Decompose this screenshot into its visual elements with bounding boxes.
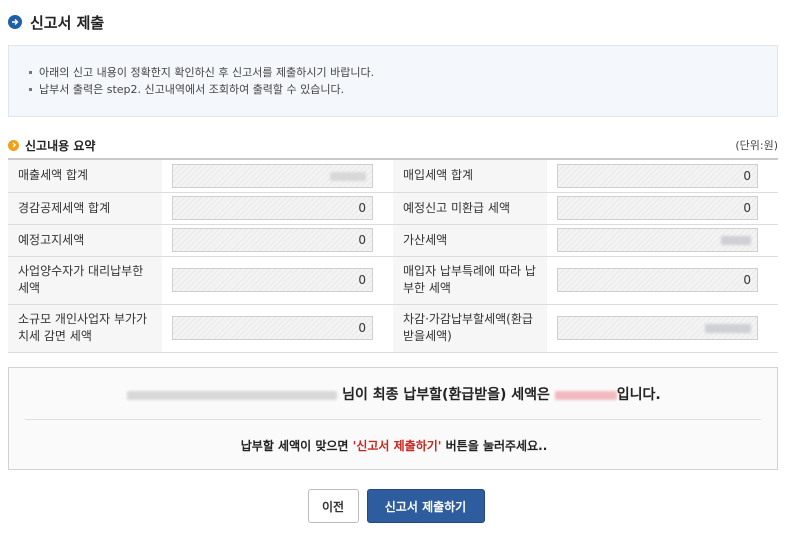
arrow-right-circle-icon [8,15,22,29]
field-label: 차감·가감납부할세액(환급받을세액) [393,304,547,353]
field-label: 사업양수자가 대리납부한 세액 [8,256,162,305]
table-row: 소규모 개인사업자 부가가치세 감면 세액 0 차감·가감납부할세액(환급받을세… [8,304,778,353]
field-label: 소규모 개인사업자 부가가치세 감면 세액 [8,304,162,353]
masked-value [330,171,366,181]
field-label: 매입자 납부특례에 따라 납부한 세액 [393,256,547,305]
result-mid-text: 님이 최종 납부할(환급받을) 세액은 [342,387,550,403]
field-label: 매입세액 합계 [393,159,547,193]
result-end-text: 입니다. [616,387,661,403]
result-message: 님이 최종 납부할(환급받을) 세액은 입니다. [9,384,779,404]
field-label: 가산세액 [393,224,547,257]
bullet-icon [29,71,32,74]
chevron-right-circle-icon [8,139,19,151]
penalty-tax-field [557,228,758,252]
table-row: 사업양수자가 대리납부한 세액 0 매입자 납부특례에 따라 납부한 세액 0 [8,256,778,305]
unit-label: (단위:원) [735,139,778,152]
notice-text: 아래의 신고 내용이 정확한지 확인하신 후 신고서를 제출하시기 바랍니다. [39,66,375,79]
summary-table: 매출세액 합계 매입세액 합계 0 경감공제세액 합계 0 예정신고 미환급 세… [8,158,778,353]
field-label: 경감공제세액 합계 [8,192,162,225]
masked-amount [554,390,617,400]
result-instruction: 납부할 세액이 맞으면 '신고서 제출하기' 버튼을 눌러주세요.. [9,437,779,454]
notice-text: 납부서 출력은 step2. 신고내역에서 조회하여 출력할 수 있습니다. [39,83,345,96]
table-row: 경감공제세액 합계 0 예정신고 미환급 세액 0 [8,192,778,225]
result-box: 님이 최종 납부할(환급받을) 세액은 입니다. 납부할 세액이 맞으면 '신고… [8,367,778,470]
small-business-reduction-field: 0 [172,316,373,340]
prev-button[interactable]: 이전 [307,489,359,523]
masked-name [127,390,338,400]
sales-tax-total-field [172,163,373,188]
summary-header: 신고내용 요약 (단위:원) [8,136,778,154]
instruction-suffix: 버튼을 눌러주세요.. [445,439,548,453]
notice-box: 아래의 신고 내용이 정확한지 확인하신 후 신고서를 제출하시기 바랍니다. … [8,45,778,117]
submit-report-button[interactable]: 신고서 제출하기 [366,489,485,523]
masked-value [721,236,751,245]
button-row: 이전 신고서 제출하기 [0,489,792,523]
purchase-tax-total-field: 0 [557,163,758,188]
bullet-icon [29,88,32,91]
summary-title: 신고내용 요약 [25,138,96,153]
field-label: 예정신고 미환급 세액 [393,192,547,225]
instruction-prefix: 납부할 세액이 맞으면 [240,439,349,453]
buyer-special-tax-field: 0 [557,268,758,292]
transferee-proxy-tax-field: 0 [172,268,373,292]
divider [25,419,761,420]
masked-value [705,324,751,333]
prelim-notice-tax-field: 0 [172,228,373,252]
page-title: 신고서 제출 [30,13,105,32]
table-row: 예정고지세액 0 가산세액 [8,224,778,257]
field-label: 예정고지세액 [8,224,162,257]
notice-item: 납부서 출력은 step2. 신고내역에서 조회하여 출력할 수 있습니다. [29,81,777,98]
field-label: 매출세액 합계 [8,159,162,193]
instruction-highlight: '신고서 제출하기' [352,439,442,453]
page-header: 신고서 제출 [8,12,104,32]
prelim-unrefunded-field: 0 [557,196,758,220]
reduction-tax-field: 0 [172,196,373,220]
notice-item: 아래의 신고 내용이 정확한지 확인하신 후 신고서를 제출하시기 바랍니다. [29,64,777,81]
table-row: 매출세액 합계 매입세액 합계 0 [8,159,778,193]
net-payable-tax-field [557,316,758,340]
